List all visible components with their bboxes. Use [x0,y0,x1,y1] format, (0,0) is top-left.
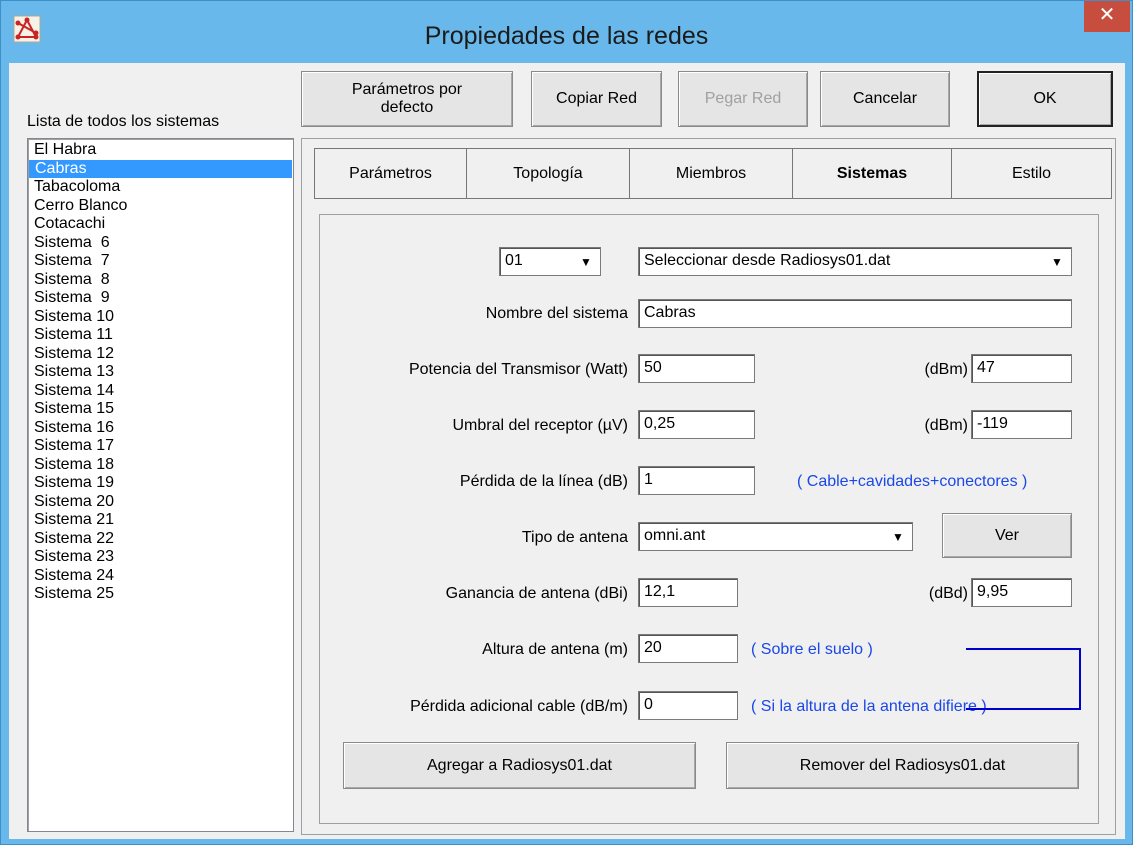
list-item[interactable]: Sistema 10 [28,308,293,327]
antenna-height-note: ( Sobre el suelo ) [751,641,873,658]
default-parameters-line1: Parámetros por [351,81,463,98]
extra-cable-loss-note: ( Si la altura de la antena difiere ) [751,698,987,715]
default-parameters-label: Parámetros por defecto [352,81,462,117]
tab-estilo[interactable]: Estilo [951,148,1112,199]
title-bar[interactable]: Propiedades de las redes ✕ [1,1,1132,63]
list-item[interactable]: Sistema 14 [28,382,293,401]
copy-network-button[interactable]: Copiar Red [531,71,662,127]
system-name-input[interactable]: Cabras [638,299,1072,328]
list-item[interactable]: Tabacoloma [28,178,293,197]
system-number-select[interactable]: 01 ▼ [499,247,601,276]
antenna-type-label: Tipo de antena [521,529,628,546]
system-name-label: Nombre del sistema [485,305,628,322]
antenna-height-label: Altura de antena (m) [482,641,628,658]
note-bracket [966,648,1081,710]
tx-power-input[interactable]: 50 [638,354,755,383]
antenna-gain-input[interactable]: 12,1 [638,578,738,607]
list-item[interactable]: Sistema 16 [28,419,293,438]
antenna-height-input[interactable]: 20 [638,634,738,663]
paste-network-button[interactable]: Pegar Red [678,71,808,127]
radiosys-select-value: Seleccionar desde Radiosys01.dat [644,252,891,269]
line-loss-input[interactable]: 1 [638,466,755,495]
antenna-gain-label: Ganancia de antena (dBi) [445,585,628,602]
default-parameters-line2: defecto [380,99,434,116]
list-item[interactable]: Sistema 17 [28,437,293,456]
tab-parametros[interactable]: Parámetros [314,148,467,199]
sistemas-panel: 01 ▼ Seleccionar desde Radiosys01.dat ▼ … [319,214,1099,824]
rx-threshold-dbm-label: (dBm) [924,417,968,434]
list-item[interactable]: Sistema 9 [28,289,293,308]
list-item[interactable]: Sistema 19 [28,474,293,493]
dialog-window: Propiedades de las redes ✕ Lista de todo… [0,0,1133,845]
tab-sistemas[interactable]: Sistemas [792,148,952,199]
dropdown-arrow-icon[interactable]: ▼ [574,250,598,273]
systems-listbox[interactable]: El Habra Cabras Tabacoloma Cerro Blanco Cota… [27,138,294,832]
antenna-gain-dbd-label: (dBd) [928,585,968,602]
tx-power-dbm-label: (dBm) [924,361,968,378]
add-to-radiosys-button[interactable]: Agregar a Radiosys01.dat [343,742,696,789]
list-item[interactable]: Sistema 23 [28,548,293,567]
list-item[interactable]: Sistema 7 [28,252,293,271]
list-item[interactable]: Cotacachi [28,215,293,234]
list-item[interactable]: Sistema 6 [28,234,293,253]
list-item[interactable]: Sistema 15 [28,400,293,419]
default-parameters-button[interactable]: Parámetros por defecto [301,71,513,127]
tab-miembros[interactable]: Miembros [629,148,793,199]
line-loss-label: Pérdida de la línea (dB) [459,473,628,490]
view-antenna-button[interactable]: Ver [942,513,1072,558]
rx-threshold-label: Umbral del receptor (µV) [452,417,629,434]
list-item[interactable]: Sistema 21 [28,511,293,530]
window-title: Propiedades de las redes [424,22,709,50]
cancel-button[interactable]: Cancelar [820,71,950,127]
remove-from-radiosys-button[interactable]: Remover del Radiosys01.dat [726,742,1079,789]
close-button[interactable]: ✕ [1084,1,1130,32]
ok-button[interactable]: OK [977,71,1113,127]
list-item[interactable]: Sistema 13 [28,363,293,382]
dropdown-arrow-icon[interactable]: ▼ [1045,250,1069,273]
list-item[interactable]: Cabras [29,159,292,178]
antenna-type-value: omni.ant [644,527,706,544]
list-item[interactable]: Sistema 11 [28,326,293,345]
dialog-client-area: Lista de todos los sistemas El Habra Cabr… [9,63,1125,839]
close-icon: ✕ [1098,4,1116,26]
antenna-type-select[interactable]: omni.ant ▼ [638,522,913,551]
list-item[interactable]: Sistema 25 [28,585,293,604]
list-item[interactable]: El Habra [28,141,293,160]
antenna-gain-dbd-input[interactable]: 9,95 [971,578,1072,607]
list-item[interactable]: Sistema 22 [28,530,293,549]
systems-list-label: Lista de todos los sistemas [27,113,220,130]
extra-cable-loss-input[interactable]: 0 [638,691,738,720]
dropdown-arrow-icon[interactable]: ▼ [886,525,910,548]
tab-control: Parámetros Topología Miembros Sistemas E… [301,138,1116,835]
list-item[interactable]: Sistema 24 [28,567,293,586]
tab-topologia[interactable]: Topología [466,148,630,199]
list-item[interactable]: Sistema 18 [28,456,293,475]
rx-threshold-input[interactable]: 0,25 [638,410,755,439]
tx-power-label: Potencia del Transmisor (Watt) [408,361,628,378]
rx-threshold-dbm-input[interactable]: -119 [971,410,1072,439]
list-item[interactable]: Sistema 12 [28,345,293,364]
list-item[interactable]: Sistema 8 [28,271,293,290]
tx-power-dbm-input[interactable]: 47 [971,354,1072,383]
radiosys-select[interactable]: Seleccionar desde Radiosys01.dat ▼ [638,247,1072,276]
list-item[interactable]: Sistema 20 [28,493,293,512]
list-item[interactable]: Cerro Blanco [28,197,293,216]
extra-cable-loss-label: Pérdida adicional cable (dB/m) [410,698,628,715]
system-number-value: 01 [505,252,523,269]
line-loss-note: ( Cable+cavidades+conectores ) [797,473,1028,490]
